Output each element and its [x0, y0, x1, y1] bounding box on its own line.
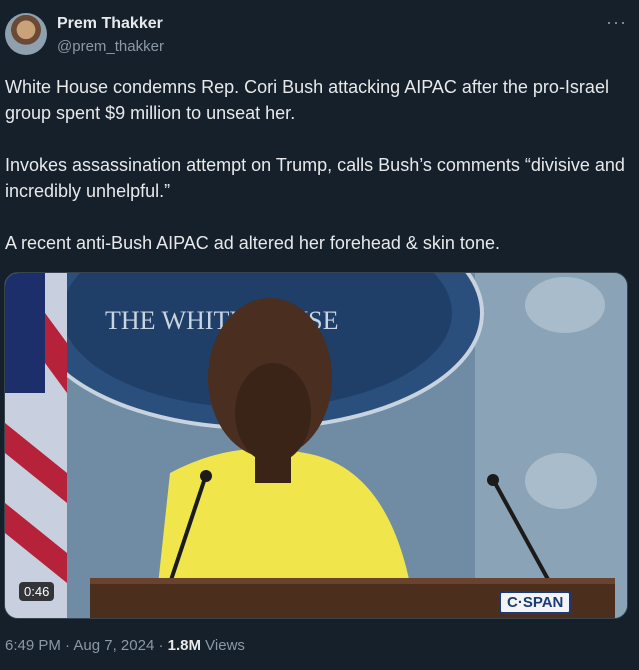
tweet-date[interactable]: Aug 7, 2024	[73, 637, 154, 654]
separator: ·	[60, 637, 74, 654]
author-handle[interactable]: @prem_thakker	[57, 38, 164, 55]
tweet-meta: 6:49 PM · Aug 7, 2024 · 1.8M Views	[5, 637, 245, 654]
tweet-paragraph: A recent anti-Bush AIPAC ad altered her …	[5, 233, 500, 253]
tweet-paragraph: Invokes assassination attempt on Trump, …	[5, 155, 625, 201]
tweet-paragraph: White House condemns Rep. Cori Bush atta…	[5, 77, 609, 123]
views-label: Views	[201, 637, 245, 654]
view-count[interactable]: 1.8M	[168, 637, 201, 654]
avatar[interactable]	[5, 13, 47, 55]
video-frame: THE WHITE HOUSE	[5, 273, 627, 618]
author-name[interactable]: Prem Thakker	[57, 15, 163, 33]
video-player[interactable]: THE WHITE HOUSE 0:46 C·SPAN	[4, 272, 628, 619]
tweet-text: White House condemns Rep. Cori Bush atta…	[5, 74, 625, 282]
cspan-watermark: C·SPAN	[499, 591, 572, 614]
video-duration: 0:46	[19, 582, 55, 601]
tweet-time[interactable]: 6:49 PM	[5, 637, 61, 654]
more-options-icon[interactable]: ···	[606, 12, 627, 33]
separator: ·	[154, 637, 168, 654]
